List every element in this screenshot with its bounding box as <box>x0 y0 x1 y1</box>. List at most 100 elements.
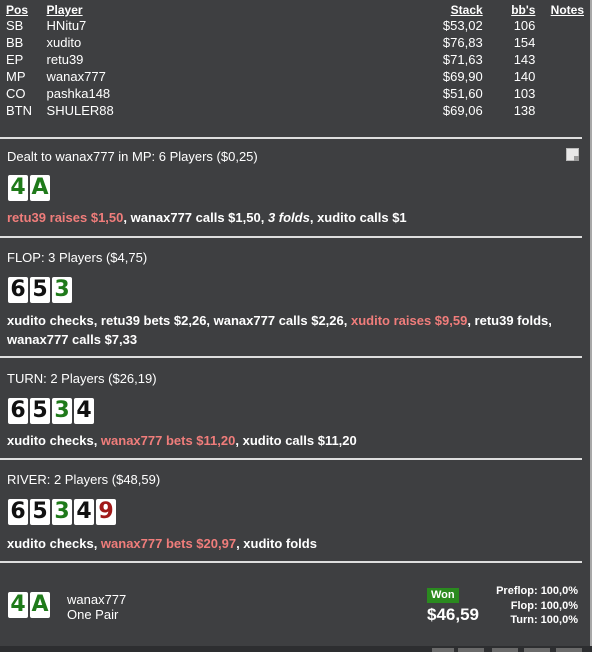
player-stack: $51,60 <box>442 86 483 101</box>
player-bbs: 106 <box>513 18 536 33</box>
col-header-player[interactable]: Player <box>47 3 351 17</box>
player-row[interactable]: CO pashka148 $51,60 103 <box>6 85 584 102</box>
player-name: pashka148 <box>46 86 111 101</box>
equity-turn: Turn: 100,0% <box>510 614 578 626</box>
player-name: retu39 <box>46 52 84 67</box>
player-row[interactable]: BB xudito $76,83 154 <box>6 34 584 51</box>
player-row[interactable]: SB HNitu7 $53,02 106 <box>6 17 584 34</box>
action-highlight: wanax777 bets $11,20 <box>100 433 236 448</box>
player-name: wanax777 <box>46 69 106 84</box>
col-header-bbs[interactable]: bb's <box>491 3 544 17</box>
action-highlight: wanax777 bets $20,97 <box>100 536 237 551</box>
playing-card: 6 <box>8 499 28 525</box>
player-notes[interactable] <box>543 68 584 85</box>
action-folds: 3 folds <box>267 210 310 225</box>
player-pos: SB <box>6 18 24 33</box>
player-stack: $69,06 <box>442 103 483 118</box>
player-row[interactable]: MP wanax777 $69,90 140 <box>6 68 584 85</box>
col-header-pos[interactable]: Pos <box>6 3 47 17</box>
col-header-notes[interactable]: Notes <box>543 3 584 17</box>
action-highlight: retu39 raises $1,50 <box>7 210 124 225</box>
section-divider <box>0 137 582 139</box>
equity-preflop: Preflop: 100,0% <box>496 585 578 597</box>
turn-cards: 6534 <box>8 398 94 424</box>
player-row[interactable]: BTN SHULER88 $69,06 138 <box>6 102 584 119</box>
section-divider <box>0 458 582 460</box>
playing-card: A <box>30 592 50 618</box>
player-notes[interactable] <box>543 17 584 34</box>
section-divider <box>0 561 582 563</box>
won-badge: Won <box>427 588 459 603</box>
player-stack: $71,63 <box>442 52 483 67</box>
section-divider <box>0 356 582 358</box>
playing-card: 9 <box>96 499 116 525</box>
players-table: Pos Player Stack bb's Notes SB HNitu7 $53,… <box>6 3 584 119</box>
player-stack: $53,02 <box>442 18 483 33</box>
playing-card: 4 <box>74 398 94 424</box>
toolbar-button[interactable] <box>556 648 582 652</box>
playing-card: 3 <box>52 398 72 424</box>
player-pos: MP <box>6 69 26 84</box>
player-pos: EP <box>6 52 24 67</box>
won-amount: $46,59 <box>427 605 479 624</box>
player-bbs: 140 <box>513 69 536 84</box>
player-bbs: 103 <box>513 86 536 101</box>
player-bbs: 138 <box>513 103 536 118</box>
action-highlight: xudito raises $9,59 <box>350 313 468 328</box>
turn-title: TURN: 2 Players ($26,19) <box>7 371 157 386</box>
summary-player: wanax777 <box>67 592 127 607</box>
action-text: xudito checks, <box>7 433 101 448</box>
player-name: xudito <box>46 35 82 50</box>
player-pos: BB <box>6 35 24 50</box>
player-name: HNitu7 <box>46 18 87 33</box>
playing-card: 5 <box>30 277 50 303</box>
toolbar-button[interactable] <box>432 648 454 652</box>
col-header-stack[interactable]: Stack <box>351 3 491 17</box>
playing-card: 6 <box>8 277 28 303</box>
player-notes[interactable] <box>543 51 584 68</box>
action-text: , xudito calls $11,20 <box>235 433 357 448</box>
playing-card: 5 <box>30 398 50 424</box>
player-pos: CO <box>6 86 26 101</box>
preflop-actions: retu39 raises $1,50, wanax777 calls $1,5… <box>7 208 567 227</box>
river-cards: 65349 <box>8 499 116 525</box>
player-notes[interactable] <box>543 34 584 51</box>
hole-cards: 4A <box>8 175 50 201</box>
flop-cards: 653 <box>8 277 72 303</box>
flop-title: FLOP: 3 Players ($4,75) <box>7 250 148 265</box>
toolbar-button[interactable] <box>492 648 518 652</box>
player-stack: $76,83 <box>442 35 483 50</box>
toolbar-button[interactable] <box>524 648 550 652</box>
turn-actions: xudito checks, wanax777 bets $11,20, xud… <box>7 431 567 450</box>
action-text: , wanax777 calls $1,50, <box>123 210 268 225</box>
player-bbs: 143 <box>513 52 536 67</box>
action-text: xudito checks, <box>7 536 101 551</box>
player-row[interactable]: EP retu39 $71,63 143 <box>6 51 584 68</box>
summary-hand: One Pair <box>67 607 119 622</box>
playing-card: 4 <box>8 592 28 618</box>
playing-card: 5 <box>30 499 50 525</box>
note-icon[interactable] <box>566 148 579 161</box>
player-bbs: 154 <box>513 35 536 50</box>
playing-card: 6 <box>8 398 28 424</box>
summary-cards: 4A <box>8 592 50 618</box>
toolbar-button[interactable] <box>458 648 484 652</box>
player-notes[interactable] <box>543 85 584 102</box>
playing-card: 4 <box>8 175 28 201</box>
playing-card: A <box>30 175 50 201</box>
action-text: , xudito folds <box>236 536 317 551</box>
equity-flop: Flop: 100,0% <box>510 600 578 612</box>
player-pos: BTN <box>6 103 32 118</box>
action-text: xudito checks, retu39 bets $2,26, wanax7… <box>7 313 351 328</box>
river-actions: xudito checks, wanax777 bets $20,97, xud… <box>7 534 567 553</box>
players-body: SB HNitu7 $53,02 106 BB xudito $76,83 154 EP retu… <box>6 17 584 119</box>
player-name: SHULER88 <box>46 103 114 118</box>
players-header-row: Pos Player Stack bb's Notes <box>6 3 584 17</box>
preflop-title: Dealt to wanax777 in MP: 6 Players ($0,2… <box>7 149 258 164</box>
river-title: RIVER: 2 Players ($48,59) <box>7 472 161 487</box>
action-text: , xudito calls $1 <box>309 210 407 225</box>
playing-card: 3 <box>52 277 72 303</box>
flop-actions: xudito checks, retu39 bets $2,26, wanax7… <box>7 311 567 349</box>
player-notes[interactable] <box>543 102 584 119</box>
player-stack: $69,90 <box>442 69 483 84</box>
